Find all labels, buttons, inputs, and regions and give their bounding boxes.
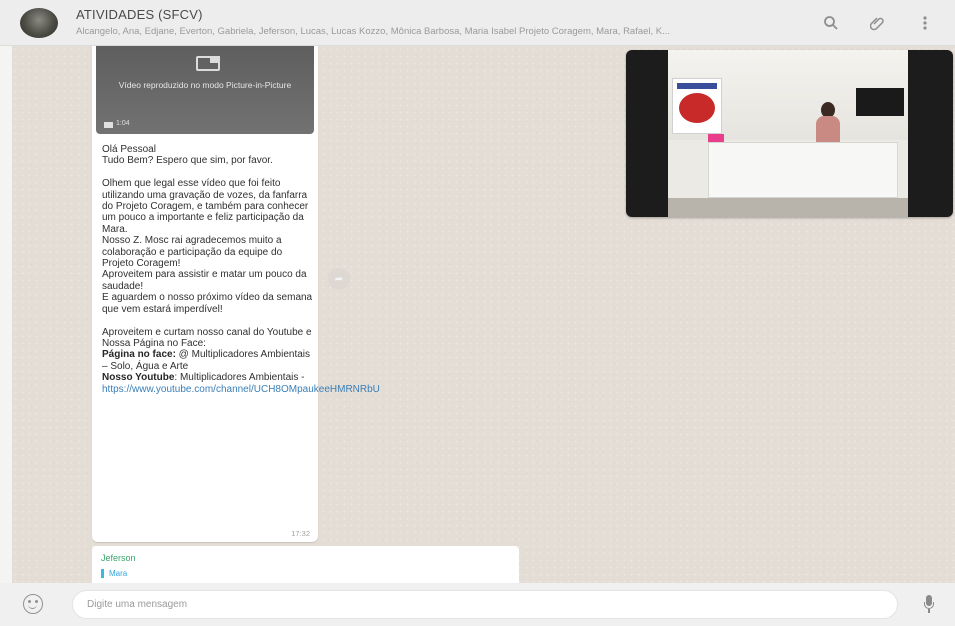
youtube-value: : Multiplicadores Ambientais - [174,372,305,384]
reply-message[interactable]: Jeferson Mara [92,546,519,583]
person-figure [816,102,840,142]
video-pip-window[interactable] [626,50,953,217]
message-input[interactable]: Digite uma mensagem [72,590,898,619]
youtube-label: Nosso Youtube [102,372,175,384]
message-text: Olá Pessoal Tudo Bem? Espero que sim, po… [102,144,380,395]
video-caption: Vídeo reproduzido no modo Picture-in-Pic… [118,80,292,90]
chat-area[interactable]: Vídeo reproduzido no modo Picture-in-Pic… [12,46,955,583]
composer-bar: Digite uma mensagem [0,583,955,626]
message-body: Olá Pessoal Tudo Bem? Espero que sim, po… [102,144,313,349]
video-camera-icon [104,122,113,128]
video-duration: 1:04 [116,120,130,127]
project-banner [672,78,722,134]
picture-in-picture-icon [196,56,220,71]
message-time: 17:32 [291,529,310,538]
reply-quote[interactable]: Mara [101,569,127,578]
member-list[interactable]: Alcangelo, Ana, Edjane, Everton, Gabriel… [76,26,791,37]
face-label: Página no face: [102,349,176,361]
video-thumbnail[interactable]: Vídeo reproduzido no modo Picture-in-Pic… [96,46,314,134]
left-strip [0,46,12,583]
chat-header: ATIVIDADES (SFCV) Alcangelo, Ana, Edjane… [0,0,955,46]
video-frame [668,50,908,217]
forward-icon[interactable]: ➦ [328,268,350,290]
chat-title[interactable]: ATIVIDADES (SFCV) [76,7,203,22]
desk [708,142,898,198]
search-icon[interactable] [820,12,842,34]
menu-icon[interactable] [914,12,936,34]
reply-author[interactable]: Jeferson [101,553,136,563]
youtube-link[interactable]: https://www.youtube.com/channel/UCH8OMpa… [102,384,380,395]
group-avatar[interactable] [20,8,58,38]
paperclip-icon[interactable] [867,12,889,34]
emoji-icon[interactable] [23,594,43,614]
microphone-icon[interactable] [924,595,934,613]
tv-screen [856,88,904,116]
message-bubble[interactable]: Vídeo reproduzido no modo Picture-in-Pic… [92,46,380,542]
